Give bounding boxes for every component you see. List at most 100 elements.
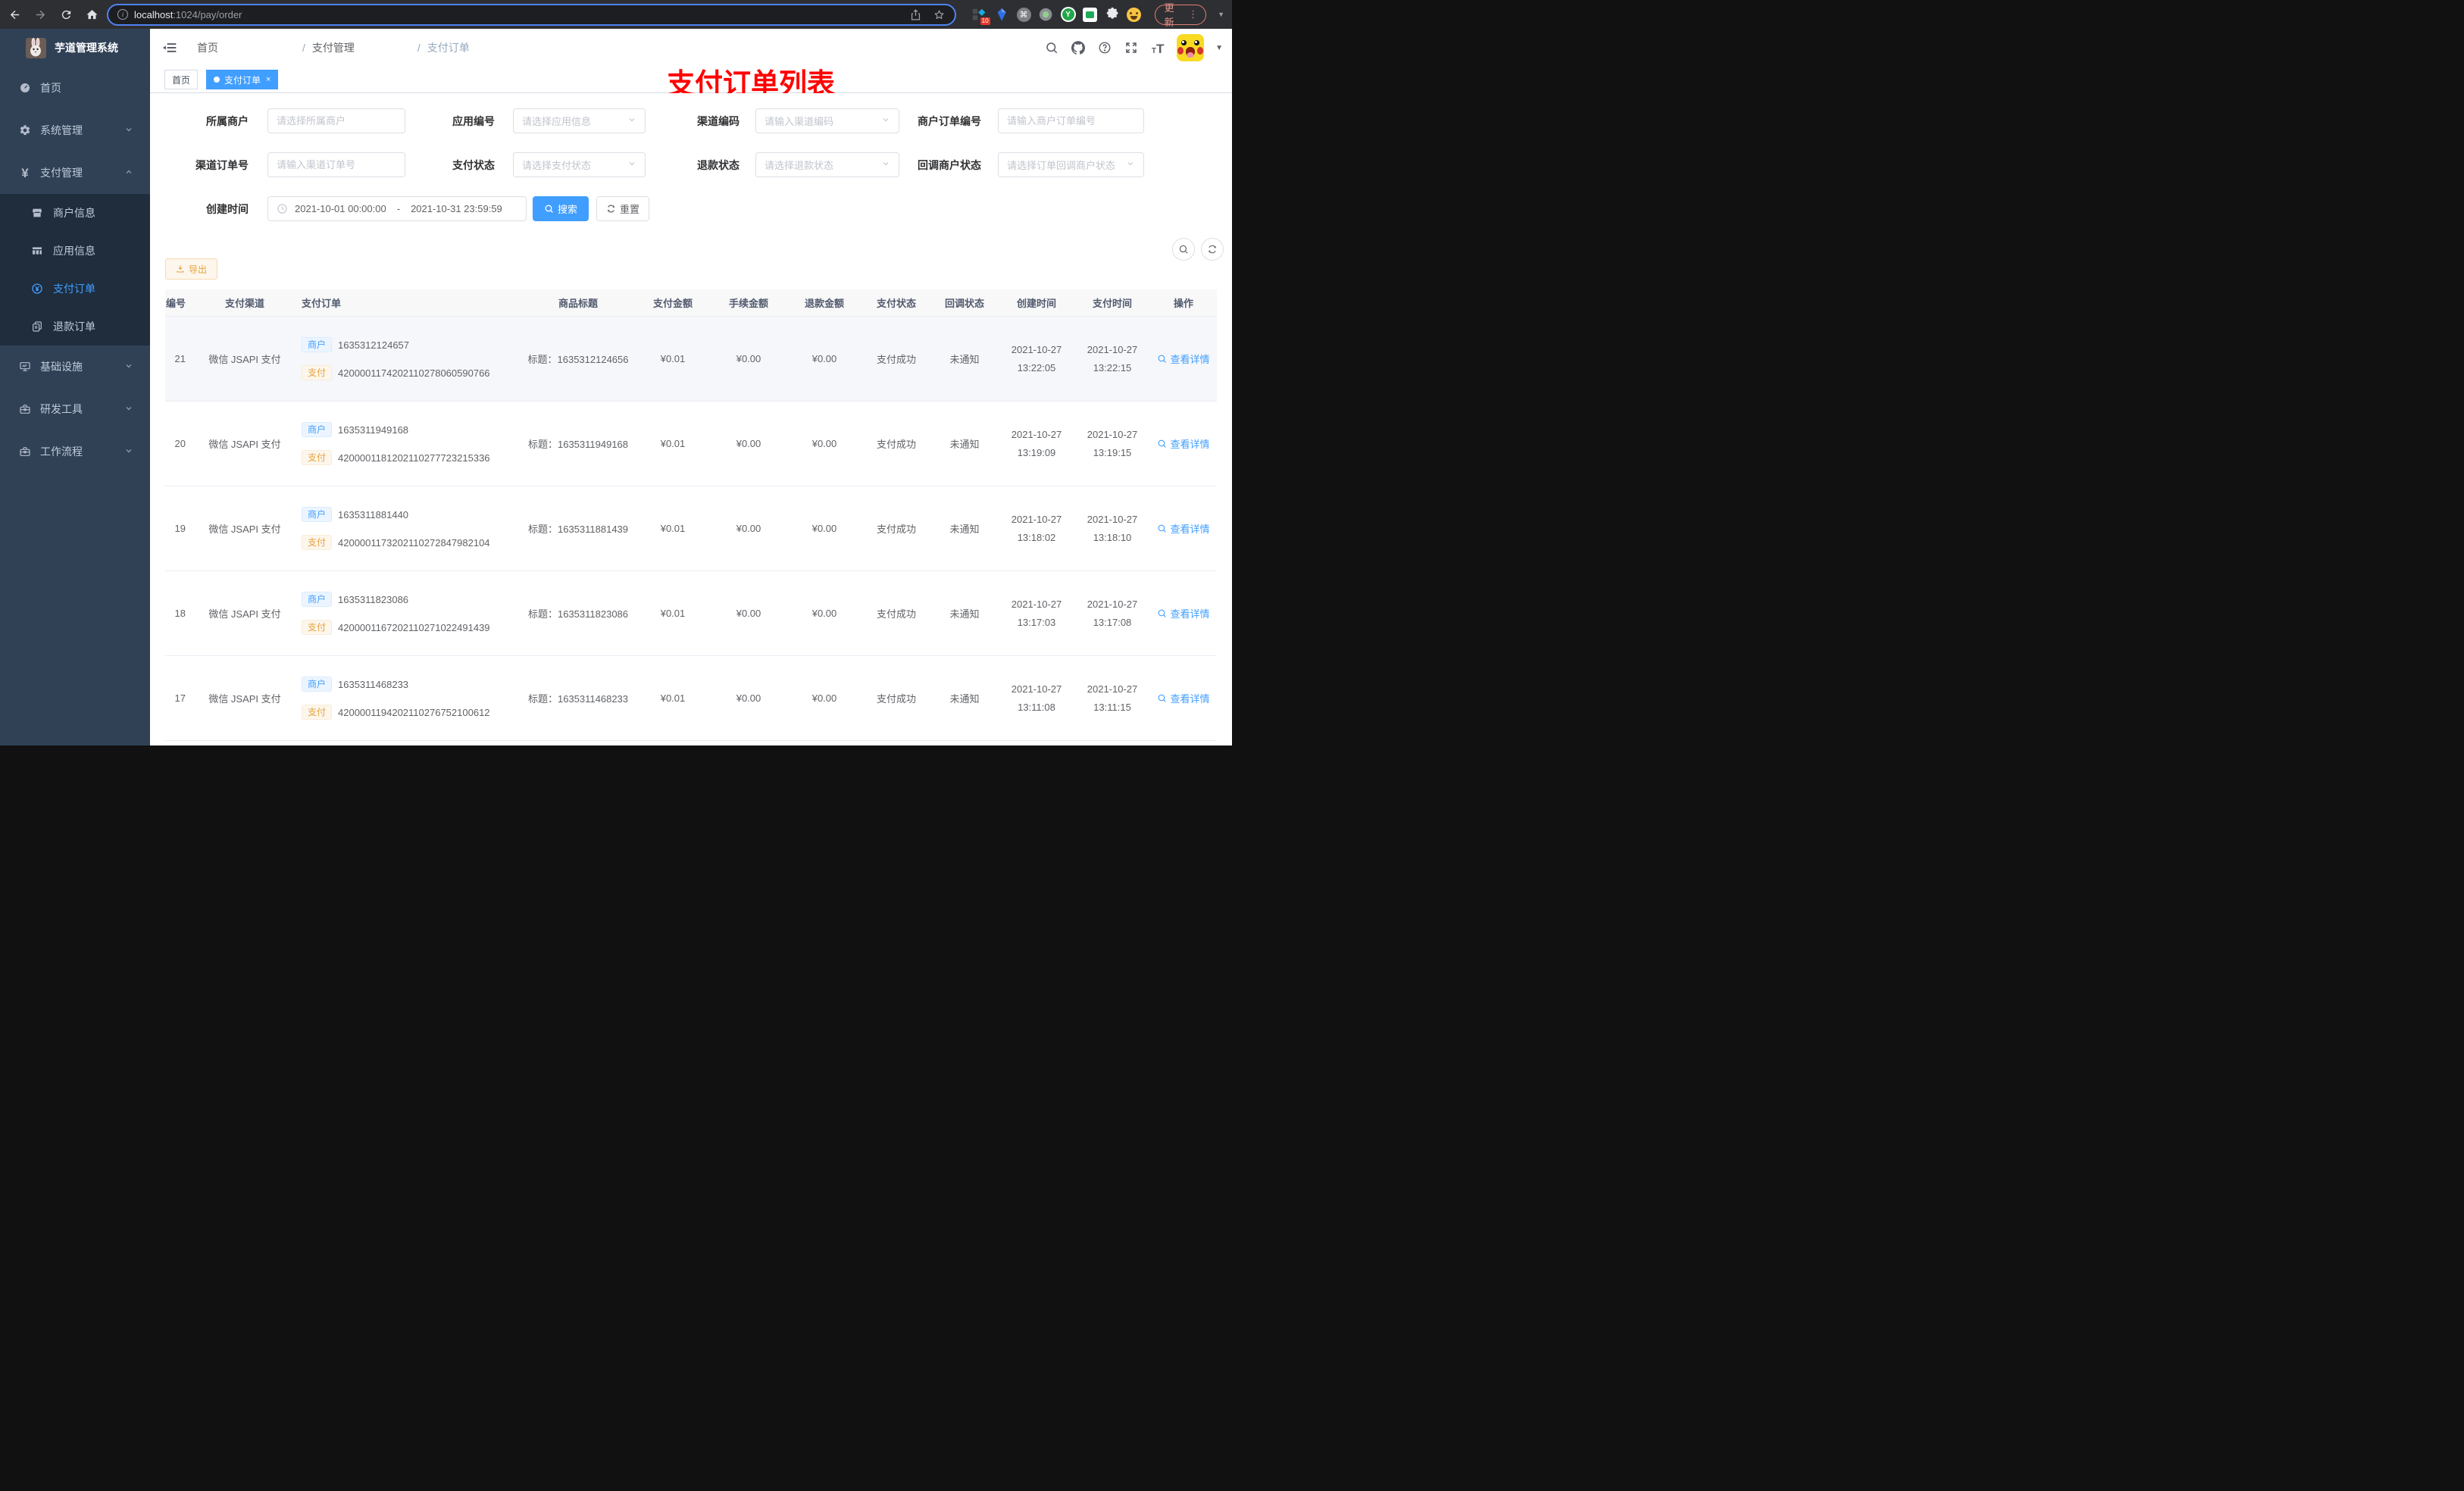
cell-fee: ¥0.00 [736, 523, 761, 534]
avatar[interactable] [1177, 34, 1205, 61]
search-icon[interactable] [1044, 40, 1059, 55]
cell-title: 标题：1635311468233 [527, 693, 629, 705]
sidebar-item-label: 支付订单 [53, 283, 95, 295]
view-detail-label: 查看详情 [1170, 693, 1210, 705]
update-button[interactable]: 更新 ⋮ [1154, 2, 1207, 28]
home-icon[interactable] [85, 8, 98, 21]
help-icon[interactable] [1097, 40, 1112, 55]
date-separator: - [396, 203, 401, 214]
view-detail-link[interactable]: 查看详情 [1157, 606, 1210, 620]
cell-status: 支付成功 [876, 693, 916, 705]
magnifier-icon [1159, 609, 1167, 617]
sidebar-item-pay-order[interactable]: 支付订单 [0, 270, 150, 308]
pay-order-no: 4200001174202110278060590766 [338, 367, 490, 379]
sidebar-item-workflow[interactable]: 工作流程 [0, 430, 150, 473]
sidebar-item-infrastructure[interactable]: 基础设施 [0, 345, 150, 388]
magnifier-icon [1159, 694, 1167, 702]
merchant-input[interactable] [267, 108, 405, 133]
table-row: 18 微信 JSAPI 支付 商户 1635311823086 支付 4200001… [165, 571, 1217, 656]
sidebar-item-home[interactable]: 首页 [0, 67, 150, 109]
site-info-icon[interactable]: i [117, 9, 128, 20]
cell-created [999, 741, 1074, 746]
extension-emoji-icon[interactable] [1127, 7, 1141, 22]
breadcrumb-payment[interactable]: 支付管理 [312, 40, 411, 55]
channel-code-select[interactable]: 请输入渠道编码 [755, 108, 899, 133]
clock-icon [277, 203, 288, 214]
browser-menu-icon[interactable]: ⋮ [1188, 8, 1198, 20]
sidebar-item-payment[interactable]: ¥ 支付管理 [0, 152, 150, 194]
sidebar-item-merchant-info[interactable]: 商户信息 [0, 194, 150, 232]
cell-paid: 2021-10-27 13:17:08 [1087, 599, 1138, 628]
cell-channel: 微信 JSAPI 支付 [208, 354, 281, 365]
refund-status-select[interactable]: 请选择退款状态 [755, 152, 899, 177]
close-icon[interactable]: × [266, 75, 270, 84]
merchant-tag: 商户 [302, 592, 333, 607]
cell-id: 18 [174, 608, 186, 619]
avatar-caret-icon[interactable]: ▼ [1215, 44, 1223, 52]
filter-row-2: 渠道订单号 支付状态 请选择支付状态 退款状态 请选择退款状态 回调商户状态 请… [165, 152, 1217, 177]
github-icon[interactable] [1071, 40, 1086, 55]
fullscreen-icon[interactable] [1124, 40, 1139, 55]
address-bar[interactable]: i localhost:1024/pay/order [107, 3, 957, 26]
sidebar-item-refund-order[interactable]: 退款订单 [0, 308, 150, 345]
sidebar-item-label: 工作流程 [40, 445, 83, 458]
magnifier-icon [1159, 355, 1167, 363]
cell-status: 支付成功 [876, 524, 916, 535]
tab-pay-order[interactable]: 支付订单 × [206, 70, 279, 89]
view-detail-link[interactable]: 查看详情 [1157, 521, 1210, 536]
notify-status-select[interactable]: 请选择订单回调商户状态 [998, 152, 1144, 177]
sidebar-item-system[interactable]: 系统管理 [0, 109, 150, 152]
filter-label: 商户订单编号 [918, 114, 981, 127]
view-detail-link[interactable]: 查看详情 [1157, 436, 1210, 451]
extension-dot-icon[interactable] [1038, 7, 1053, 23]
table-row: 20 微信 JSAPI 支付 商户 1635311949168 支付 4200001… [165, 402, 1217, 486]
extension-blocks-icon[interactable]: 10 [971, 7, 990, 25]
extension-y-icon[interactable]: Y [1060, 7, 1076, 23]
cell-refund: ¥0.00 [811, 692, 837, 704]
share-icon[interactable] [909, 8, 922, 21]
cell-fee: ¥0.00 [736, 353, 761, 364]
cell-refund: ¥0.00 [811, 438, 837, 449]
profile-caret-icon[interactable]: ▼ [1218, 11, 1224, 18]
store-icon [30, 207, 44, 219]
cell-fee: ¥0.00 [736, 438, 761, 449]
sidebar-item-dev-tools[interactable]: 研发工具 [0, 388, 150, 430]
cell-id: 19 [174, 523, 186, 534]
view-detail-link[interactable]: 查看详情 [1157, 691, 1210, 705]
breadcrumb-home[interactable]: 首页 [197, 40, 295, 55]
forward-icon[interactable] [33, 8, 47, 21]
extension-command-icon[interactable]: ⌘ [1016, 7, 1031, 23]
toolbox-icon [18, 445, 32, 458]
merchant-tag: 商户 [302, 677, 333, 692]
chevron-down-icon [124, 124, 133, 136]
search-button[interactable]: 搜索 [533, 196, 589, 221]
sidebar-collapse-icon[interactable] [162, 40, 177, 55]
extension-gem-icon[interactable] [994, 7, 1009, 23]
extension-puzzle-icon[interactable] [1105, 7, 1120, 23]
toggle-search-icon[interactable] [1172, 238, 1195, 261]
export-button[interactable]: 导出 [165, 258, 218, 280]
browser-extensions: 10 ⌘ Y 更新 ⋮ ▼ [971, 2, 1224, 28]
reload-icon[interactable] [59, 8, 73, 21]
sidebar-item-app-info[interactable]: 应用信息 [0, 232, 150, 270]
view-detail-link[interactable]: 查看详情 [1157, 352, 1210, 366]
view-detail-label: 查看详情 [1170, 439, 1210, 450]
app-select[interactable]: 请选择应用信息 [513, 108, 646, 133]
chevron-up-icon [124, 167, 133, 179]
yen-circle-icon [30, 283, 44, 295]
merchant-order-no: 1635311949168 [338, 424, 409, 436]
merchant-order-no-input[interactable] [998, 108, 1144, 133]
reset-button[interactable]: 重置 [596, 196, 649, 221]
channel-order-no-input[interactable] [267, 152, 405, 177]
refresh-icon[interactable] [1201, 238, 1224, 261]
tab-home[interactable]: 首页 [164, 70, 199, 89]
bookmark-star-icon[interactable] [933, 8, 946, 21]
pay-status-select[interactable]: 请选择支付状态 [513, 152, 646, 177]
extension-chat-icon[interactable] [1083, 7, 1098, 23]
back-icon[interactable] [8, 8, 21, 21]
sidebar-item-label: 应用信息 [53, 245, 95, 257]
cell-channel: 微信 JSAPI 支付 [208, 693, 281, 705]
date-range-input[interactable]: 2021-10-01 00:00:00 - 2021-10-31 23:59:5… [267, 196, 527, 221]
cell-channel: 微信 JSAPI 支付 [208, 608, 281, 620]
font-size-icon[interactable]: TT [1150, 40, 1165, 55]
